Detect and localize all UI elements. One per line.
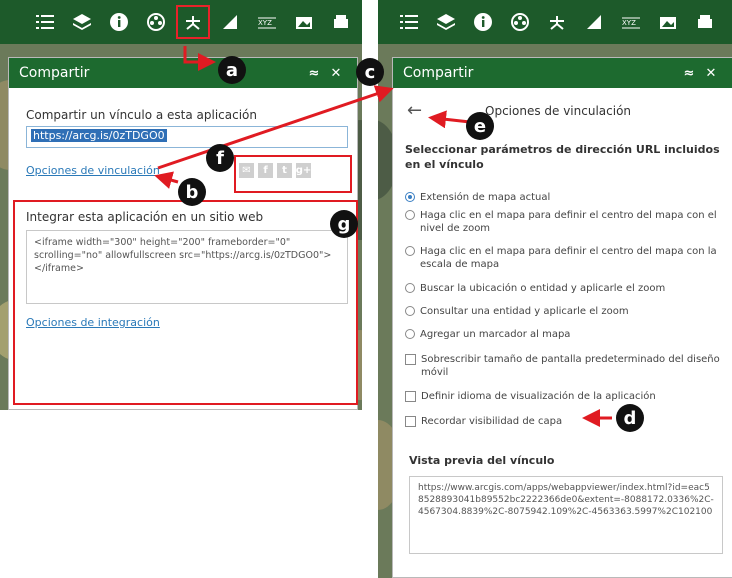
annotation-g: g	[330, 210, 358, 238]
annotation-e: e	[466, 112, 494, 140]
annotation-c: c	[356, 58, 384, 86]
annotation-b: b	[178, 178, 206, 206]
annotation-f: f	[206, 144, 234, 172]
annotation-arrows	[154, 46, 612, 427]
annotation-d: d	[616, 404, 644, 432]
annotation-a: a	[218, 56, 246, 84]
screenshot-stage: XYZ Compartir ≈ ✕ Compartir un vínculo a…	[0, 0, 732, 578]
